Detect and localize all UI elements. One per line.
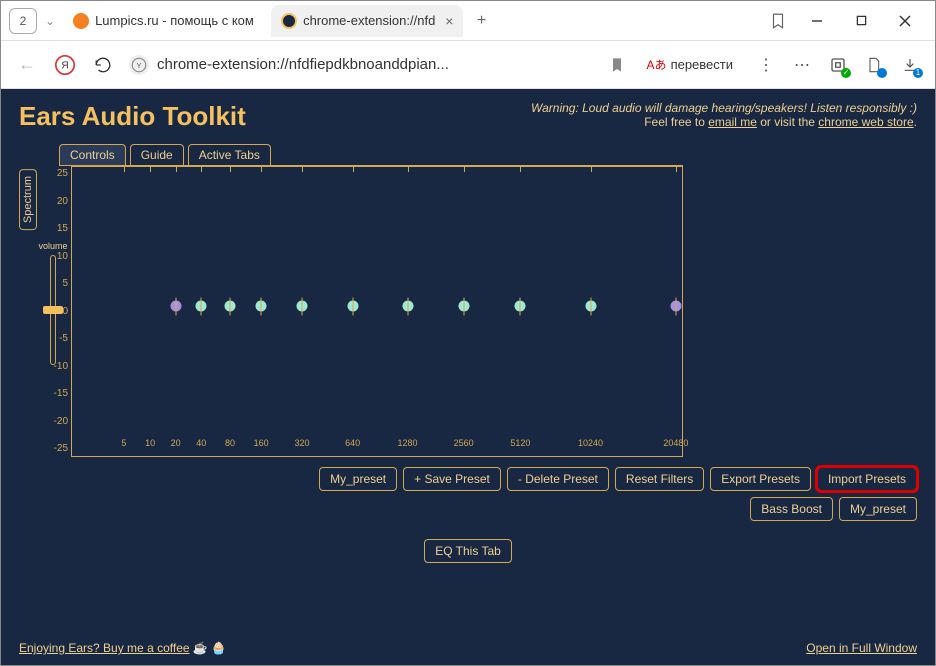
eq-dot[interactable] bbox=[170, 301, 181, 312]
app-title: Ears Audio Toolkit bbox=[19, 101, 246, 132]
tab-counter[interactable]: 2 bbox=[9, 8, 37, 34]
tab-controls[interactable]: Controls bbox=[59, 144, 126, 166]
titlebar: 2 ⌄ Lumpics.ru - помощь с ком chrome-ext… bbox=[1, 1, 935, 41]
footer: Enjoying Ears? Buy me a coffee ☕ 🧁 Open … bbox=[19, 641, 917, 655]
eq-dot[interactable] bbox=[256, 301, 267, 312]
maximize-button[interactable] bbox=[839, 5, 883, 37]
tab-active-tabs[interactable]: Active Tabs bbox=[188, 144, 271, 166]
site-icon bbox=[281, 13, 297, 29]
minimize-button[interactable] bbox=[795, 5, 839, 37]
extensions-icon[interactable]: ✓ bbox=[827, 54, 849, 76]
coffee-link[interactable]: Enjoying Ears? Buy me a coffee bbox=[19, 641, 190, 655]
reload-button[interactable] bbox=[91, 53, 115, 77]
browser-tab-extension[interactable]: chrome-extension://nfd × bbox=[271, 5, 463, 37]
menu-icon[interactable]: ⋮ bbox=[755, 54, 777, 76]
eq-dot[interactable] bbox=[224, 301, 235, 312]
browser-tab-lumpics[interactable]: Lumpics.ru - помощь с ком bbox=[63, 5, 263, 37]
export-presets-button[interactable]: Export Presets bbox=[710, 467, 811, 491]
preset-select[interactable]: My_preset bbox=[319, 467, 397, 491]
svg-text:Я: Я bbox=[61, 60, 68, 71]
url-text: chrome-extension://nfdfiepdkbnoanddpian.… bbox=[157, 56, 449, 73]
url-bar[interactable]: Y chrome-extension://nfdfiepdkbnoanddpia… bbox=[129, 55, 625, 75]
yandex-button[interactable]: Я bbox=[53, 53, 77, 77]
email-link[interactable]: email me bbox=[708, 115, 757, 129]
full-window-link[interactable]: Open in Full Window bbox=[806, 641, 917, 655]
delete-preset-button[interactable]: - Delete Preset bbox=[507, 467, 609, 491]
eq-dot[interactable] bbox=[585, 301, 596, 312]
bass-boost-button[interactable]: Bass Boost bbox=[750, 497, 833, 521]
my-preset-button[interactable]: My_preset bbox=[839, 497, 917, 521]
app-content: Ears Audio Toolkit Warning: Loud audio w… bbox=[1, 89, 935, 665]
emoji: ☕ 🧁 bbox=[193, 641, 226, 655]
store-link[interactable]: chrome web store bbox=[818, 115, 913, 129]
translate-label: перевести bbox=[671, 57, 733, 72]
tab-guide[interactable]: Guide bbox=[130, 144, 184, 166]
window-controls bbox=[795, 5, 927, 37]
page-icon[interactable] bbox=[863, 54, 885, 76]
more-icon[interactable]: ⋯ bbox=[791, 54, 813, 76]
toolbar: ← Я Y chrome-extension://nfdfiepdkbnoand… bbox=[1, 41, 935, 89]
y-axis-labels: 2520151050-5-10-15-20-25 bbox=[48, 166, 68, 456]
freq-labels: 5102040801603206401280256051201024020480 bbox=[72, 438, 682, 452]
eq-grid[interactable]: 2520151050-5-10-15-20-25 510204080160320… bbox=[71, 165, 683, 457]
translate-button[interactable]: Аあ перевести bbox=[639, 52, 741, 77]
eq-dot[interactable] bbox=[515, 301, 526, 312]
badge-icon bbox=[877, 68, 887, 78]
eq-dot[interactable] bbox=[196, 301, 207, 312]
svg-text:Y: Y bbox=[136, 61, 141, 70]
bookmark-star-icon[interactable] bbox=[609, 57, 625, 73]
reset-filters-button[interactable]: Reset Filters bbox=[615, 467, 704, 491]
eq-dot[interactable] bbox=[670, 301, 681, 312]
bookmark-icon[interactable] bbox=[769, 12, 787, 30]
import-presets-button[interactable]: Import Presets bbox=[817, 467, 917, 491]
warning-text: Warning: Loud audio will damage hearing/… bbox=[531, 101, 917, 129]
eq-dot[interactable] bbox=[347, 301, 358, 312]
downloads-icon[interactable]: 1 bbox=[899, 54, 921, 76]
browser-window: 2 ⌄ Lumpics.ru - помощь с ком chrome-ext… bbox=[0, 0, 936, 666]
save-preset-button[interactable]: + Save Preset bbox=[403, 467, 501, 491]
eq-dot[interactable] bbox=[296, 301, 307, 312]
close-button[interactable] bbox=[883, 5, 927, 37]
tab-title: chrome-extension://nfd bbox=[303, 13, 435, 28]
chevron-down-icon[interactable]: ⌄ bbox=[45, 14, 55, 28]
eq-dot[interactable] bbox=[402, 301, 413, 312]
buttons-row-2: Bass BoostMy_preset bbox=[19, 497, 917, 521]
close-icon[interactable]: × bbox=[445, 13, 453, 29]
buttons-row-1: My_preset+ Save Preset- Delete PresetRes… bbox=[19, 467, 917, 491]
app-tabs: Controls Guide Active Tabs bbox=[59, 144, 917, 166]
tab-title: Lumpics.ru - помощь с ком bbox=[95, 13, 254, 28]
site-icon bbox=[73, 13, 89, 29]
spectrum-button[interactable]: Spectrum bbox=[19, 169, 37, 230]
equalizer-area: Spectrum volume 2520151050-5-10-15-20-25… bbox=[19, 165, 917, 457]
back-button[interactable]: ← bbox=[15, 53, 39, 77]
eq-this-tab-button[interactable]: EQ This Tab bbox=[424, 539, 512, 563]
site-icon: Y bbox=[129, 55, 149, 75]
translate-icon: Аあ bbox=[647, 56, 667, 73]
badge-icon: 1 bbox=[913, 68, 923, 78]
new-tab-button[interactable]: + bbox=[471, 11, 491, 31]
badge-icon: ✓ bbox=[841, 68, 851, 78]
eq-dot[interactable] bbox=[458, 301, 469, 312]
